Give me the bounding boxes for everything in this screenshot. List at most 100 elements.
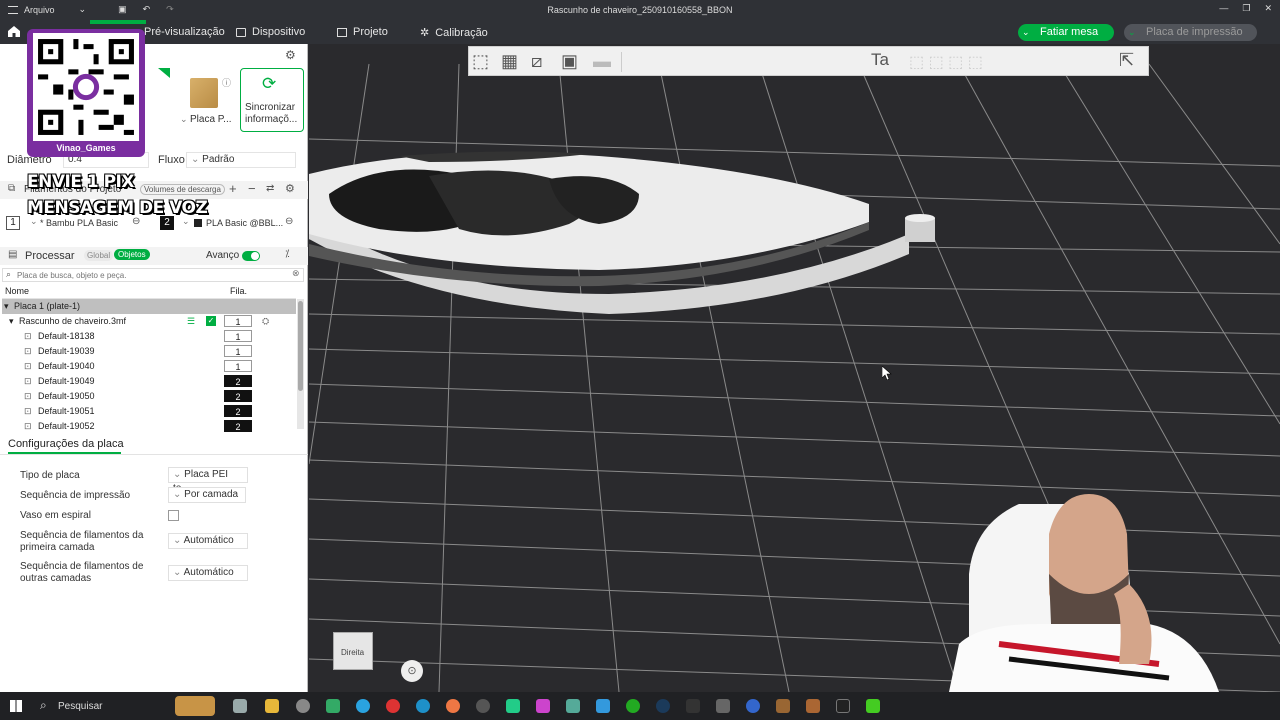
file-row[interactable]: ▾ Rascunho de chaveiro.3mf ☰ ✓ 1 ⛭: [2, 314, 296, 329]
app-icon[interactable]: [716, 699, 730, 713]
clock-app-icon[interactable]: [296, 699, 310, 713]
epic-games-icon[interactable]: [686, 699, 700, 713]
list-item-filament[interactable]: 2: [224, 420, 252, 432]
app-icon[interactable]: [536, 699, 550, 713]
app-icon[interactable]: [746, 699, 760, 713]
telegram-icon[interactable]: [356, 699, 370, 713]
chevron-down-icon[interactable]: ⌄: [1022, 24, 1030, 41]
filament-slot-1[interactable]: 1 ⌄ * Bambu PLA Basic ⊖: [6, 216, 146, 232]
close-icon[interactable]: ✕: [1264, 3, 1272, 14]
chevron-down-icon[interactable]: ⌄: [180, 114, 188, 125]
list-item[interactable]: ⊡ Default-19039 1: [2, 344, 296, 359]
split-icon[interactable]: ▬: [593, 51, 611, 72]
plate-layout-icon[interactable]: ▣: [561, 51, 578, 72]
remove-icon[interactable]: −: [248, 181, 256, 196]
list-item[interactable]: ⊡ Default-19040 1: [2, 359, 296, 374]
clear-search-icon[interactable]: ⊗: [292, 268, 300, 279]
xbox-icon[interactable]: [626, 699, 640, 713]
minimize-icon[interactable]: —: [1219, 3, 1228, 14]
keychain-model[interactable]: [309, 151, 935, 314]
steam-icon[interactable]: [656, 699, 670, 713]
flow-select[interactable]: ⌄ Padrão: [186, 152, 296, 168]
list-item[interactable]: ⊡ Default-18138 1: [2, 329, 296, 344]
global-toggle[interactable]: Global: [84, 250, 114, 261]
tab-device[interactable]: Dispositivo: [236, 26, 305, 38]
app-icon[interactable]: [806, 699, 820, 713]
slice-plate-button[interactable]: ⌄ Fatiar mesa: [1018, 24, 1115, 41]
chrome-icon[interactable]: [446, 699, 460, 713]
tab-project[interactable]: Projeto: [337, 26, 388, 38]
settings-gear-icon[interactable]: ⚙: [285, 48, 296, 62]
explorer-icon[interactable]: [265, 699, 279, 713]
expand-icon[interactable]: ▾: [4, 301, 9, 312]
list-item[interactable]: ⊡ Default-19052 2: [2, 419, 296, 434]
list-scrollbar[interactable]: [297, 299, 304, 429]
camera-icon[interactable]: ⊙: [401, 660, 423, 682]
scrollbar-thumb[interactable]: [298, 301, 303, 391]
plate-type-select[interactable]: ⌄ Placa PEI te...: [168, 467, 248, 494]
arrange-grid-icon[interactable]: ▦: [501, 51, 518, 72]
app-icon[interactable]: [836, 699, 850, 713]
list-item[interactable]: ⊡ Default-19049 2: [2, 374, 296, 389]
list-item[interactable]: ⊡ Default-19051 2: [2, 404, 296, 419]
add-icon[interactable]: +: [229, 181, 237, 196]
start-icon[interactable]: [10, 700, 22, 712]
list-item[interactable]: ⊡ Default-19050 2: [2, 389, 296, 404]
col-name-header[interactable]: Nome: [5, 286, 29, 296]
advanced-switch[interactable]: [242, 251, 260, 261]
tab-calibration[interactable]: ✲ Calibração: [420, 26, 488, 40]
remove-circle-icon[interactable]: ⊖: [285, 216, 293, 227]
app-icon[interactable]: [506, 699, 520, 713]
export-icon[interactable]: ⇱: [1119, 50, 1134, 71]
app-icon[interactable]: [596, 699, 610, 713]
home-icon[interactable]: [7, 25, 21, 38]
filament-settings-icon[interactable]: ⚙: [285, 182, 295, 195]
maximize-icon[interactable]: ❐: [1242, 3, 1250, 14]
orient-icon[interactable]: ⧄: [531, 51, 542, 72]
search-input[interactable]: [17, 269, 287, 281]
view-cube[interactable]: Direita: [331, 626, 375, 674]
plate-settings-tab[interactable]: Configurações da placa: [8, 438, 124, 454]
file-filament[interactable]: 1: [224, 315, 252, 327]
filament-slot-2[interactable]: 2 ⌄ PLA Basic @BBL... ⊖: [160, 216, 300, 232]
objects-toggle[interactable]: Objetos: [114, 249, 150, 260]
chevron-down-icon[interactable]: ⌄: [1128, 24, 1136, 41]
plate-row[interactable]: ▾ Placa 1 (plate-1): [2, 299, 296, 314]
print-sequence-select[interactable]: ⌄ Por camada: [168, 487, 246, 503]
layers-icon[interactable]: ☰: [187, 316, 195, 327]
expand-icon[interactable]: ▾: [9, 316, 14, 327]
app-icon[interactable]: [776, 699, 790, 713]
list-item-filament[interactable]: 1: [224, 345, 252, 357]
list-item-filament[interactable]: 2: [224, 390, 252, 402]
search-bar[interactable]: ⌕ ⊗: [2, 268, 304, 282]
list-item-filament[interactable]: 1: [224, 360, 252, 372]
edit-icon[interactable]: ⛭: [262, 316, 269, 327]
app-icon[interactable]: [566, 699, 580, 713]
taskbar-search[interactable]: Pesquisar: [58, 701, 102, 712]
checkbox-icon[interactable]: ✓: [206, 316, 216, 326]
print-plate-button[interactable]: ⌄ Placa de impressão: [1124, 24, 1257, 41]
first-layer-seq-select[interactable]: ⌄ Automático: [168, 533, 248, 549]
app-icon[interactable]: [866, 699, 880, 713]
sync-info-button[interactable]: ⟳ Sincronizar informaçõ...: [240, 68, 304, 132]
sync-filament-icon[interactable]: ⇄: [266, 183, 274, 194]
compare-icon[interactable]: ⁒: [285, 249, 290, 260]
spiral-vase-checkbox[interactable]: [168, 510, 179, 521]
search-icon[interactable]: ⌕: [40, 698, 47, 713]
tab-preview[interactable]: Pré-visualização: [144, 26, 225, 38]
purge-volumes-button[interactable]: Volumes de descarga: [140, 184, 225, 195]
plate-type-card[interactable]: ⓘ ⌄ Placa P...: [180, 74, 236, 132]
3d-viewport[interactable]: ⬚ ▦ ⧄ ▣ ▬ Ta ⬚ ⬚ ⬚ ⬚ ⇱ Direita ⊙: [309, 44, 1280, 692]
add-object-icon[interactable]: ⬚: [472, 51, 489, 72]
app-icon[interactable]: [386, 699, 400, 713]
col-filament-header[interactable]: Fila.: [230, 286, 247, 296]
app-icon[interactable]: [476, 699, 490, 713]
edge-icon[interactable]: [416, 699, 430, 713]
task-view-icon[interactable]: [233, 699, 247, 713]
list-item-filament[interactable]: 2: [224, 405, 252, 417]
text-tool-icon[interactable]: Ta: [871, 50, 889, 70]
info-icon[interactable]: ⓘ: [222, 76, 231, 89]
other-layers-seq-select[interactable]: ⌄ Automático: [168, 565, 248, 581]
list-item-filament[interactable]: 1: [224, 330, 252, 342]
list-item-filament[interactable]: 2: [224, 375, 252, 387]
